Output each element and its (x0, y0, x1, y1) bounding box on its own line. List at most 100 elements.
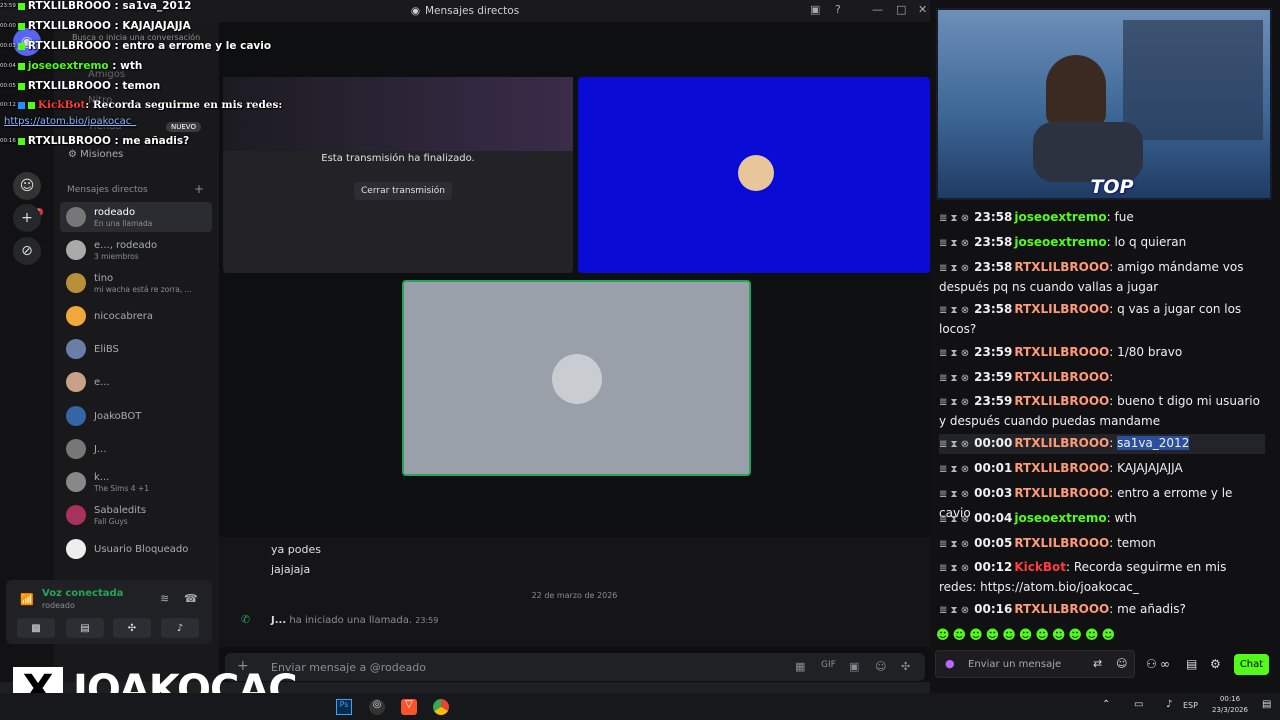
new-dm-icon[interactable]: + (194, 182, 204, 196)
minimize-button[interactable]: — (872, 3, 883, 16)
settings-icon[interactable]: ⚙ (1210, 657, 1221, 671)
chat-user[interactable]: RTXLILBROOO (1014, 461, 1109, 475)
gift-icon[interactable]: ▦ (795, 660, 805, 673)
photoshop-icon[interactable]: Ps (336, 699, 352, 715)
chat-message: temon (122, 80, 161, 92)
dm-item[interactable]: EliBS (60, 334, 212, 364)
help-icon[interactable]: ? (835, 3, 841, 16)
chat-user[interactable]: RTXLILBROOO (1014, 370, 1109, 384)
dm-section-title: Mensajes directos (67, 185, 148, 195)
timestamp: 00:03 (0, 43, 16, 49)
chat-user[interactable]: RTXLILBROOO (1014, 486, 1109, 500)
network-icon[interactable]: ▭ (1134, 699, 1143, 710)
dm-name: EliBS (94, 343, 119, 355)
dm-item[interactable]: nicocabrera (60, 301, 212, 331)
dm-item[interactable]: e..., rodeado 3 miembros (60, 235, 212, 265)
avatar (66, 207, 86, 227)
dm-item[interactable]: Sabaledits Fall Guys (60, 500, 212, 530)
volume-icon[interactable]: ♪ (1166, 699, 1172, 710)
screen-share-button[interactable]: ▤ (66, 618, 104, 638)
emote-bar[interactable]: ☻☻☻☻☻☻☻☻☻☻☻ (936, 628, 1121, 646)
emoji-icon[interactable]: ☺ (1116, 657, 1127, 670)
server-icon[interactable]: ☺ (13, 172, 41, 200)
clock-date[interactable]: 23/3/2026 (1206, 706, 1254, 714)
dm-item[interactable]: tino mi wacha está re zorra, ... (60, 268, 212, 298)
chat-send-button[interactable]: Chat (1234, 654, 1269, 675)
dm-item[interactable]: Usuario Bloqueado (60, 534, 212, 564)
gif-icon[interactable]: GIF (821, 660, 836, 670)
brave-icon[interactable]: ▽ (401, 699, 417, 715)
chat-user[interactable]: KickBot (1014, 560, 1066, 574)
chat-user[interactable]: joseoextremo (1014, 235, 1106, 249)
chrome-icon[interactable] (433, 699, 449, 715)
avatar (66, 472, 86, 492)
link-icon[interactable]: ∞ (1160, 657, 1170, 671)
mic-icon[interactable]: ● (945, 657, 955, 670)
overlay-chat-line: 00:16 RTXLILBROOO : me añadis? (0, 135, 190, 147)
language-indicator[interactable]: ESP (1183, 701, 1198, 710)
add-server-icon[interactable]: + (13, 204, 41, 232)
bot-icon (17, 101, 25, 109)
separator: : (1106, 210, 1115, 224)
notifications-icon[interactable]: ▤ (1262, 699, 1271, 710)
call-text: ha iniciado una llamada. (289, 615, 413, 626)
avatar (552, 354, 602, 404)
chat-user[interactable]: RTXLILBROOO (1014, 302, 1109, 316)
soundboard-button[interactable]: ♪ (161, 618, 199, 638)
chat-user[interactable]: joseoextremo (1014, 210, 1106, 224)
translate-icon[interactable]: ⇄ (1093, 657, 1102, 670)
timestamp: 23:59 (974, 345, 1013, 359)
maximize-button[interactable]: □ (896, 3, 906, 16)
obs-icon[interactable]: ◎ (369, 699, 385, 715)
discover-icon[interactable]: ⊘ (13, 237, 41, 265)
apps-icon[interactable]: ✣ (901, 660, 910, 673)
chat-line: ≣ ⧗ ⊗ 23:59 RTXLILBROOO: bueno t digo mi u… (939, 392, 1265, 430)
close-button[interactable]: ✕ (918, 3, 927, 16)
chat-user[interactable]: joseoextremo (1014, 511, 1106, 525)
nav-quests[interactable]: ⚙ Misiones (68, 149, 123, 160)
chat-user[interactable]: RTXLILBROOO (1014, 436, 1109, 450)
avatar (738, 155, 774, 191)
chat-message: wth (1114, 511, 1137, 525)
dm-item[interactable]: rodeado En una llamada (60, 202, 212, 232)
dm-sub: 3 miembros (94, 251, 139, 261)
dm-item[interactable]: JoakoBOT (60, 401, 212, 431)
tray-expand-icon[interactable]: ⌃ (1102, 699, 1110, 710)
emoji-icon[interactable]: ☺ (875, 660, 886, 673)
dm-name: tino (94, 272, 114, 284)
chat-line: ≣ ⧗ ⊗ 00:16 RTXLILBROOO: me añadis? (939, 600, 1265, 620)
date-divider: 22 de marzo de 2026 (531, 591, 618, 600)
chat-input[interactable]: Enviar un mensaje (968, 659, 1061, 670)
dm-item[interactable]: e... (60, 367, 212, 397)
separator: : (1065, 560, 1074, 574)
separator: : (1109, 536, 1118, 550)
dm-item[interactable]: J... (60, 434, 212, 464)
chat-line: ≣ ⧗ ⊗ 00:04 joseoextremo: wth (939, 509, 1265, 529)
dm-name: e..., rodeado (94, 239, 158, 251)
timestamp: 23:59 (0, 3, 16, 9)
separator: : (1109, 602, 1118, 616)
sticker-icon[interactable]: ▣ (849, 660, 859, 673)
chat-user[interactable]: RTXLILBROOO (1014, 260, 1109, 274)
timestamp: 23:59 (974, 394, 1013, 408)
phone-icon: ✆ (241, 613, 251, 626)
chat-user[interactable]: RTXLILBROOO (1014, 394, 1109, 408)
chat-user[interactable]: RTXLILBROOO (1014, 345, 1109, 359)
dm-sub: En una llamada (94, 218, 153, 228)
noise-icon[interactable]: ≋ (160, 592, 169, 605)
store-icon[interactable]: ▤ (1186, 657, 1197, 671)
chat-user[interactable]: RTXLILBROOO (1014, 602, 1109, 616)
disconnect-icon[interactable]: ☎ (184, 592, 198, 605)
chat-user[interactable]: RTXLILBROOO (1014, 536, 1109, 550)
streamer (1046, 55, 1106, 125)
avatar (66, 406, 86, 426)
camera-button[interactable]: ▩ (17, 618, 55, 638)
clock-time[interactable]: 00:16 (1206, 695, 1254, 703)
dm-item[interactable]: k... The Sims 4 +1 (60, 467, 212, 497)
chat-link[interactable]: https://atom.bio/joakocac_ (4, 116, 136, 127)
separator: : (1109, 302, 1118, 316)
inbox-icon[interactable]: ▣ (810, 3, 820, 16)
close-stream-button[interactable]: Cerrar transmisión (354, 182, 452, 200)
activities-button[interactable]: ✣ (113, 618, 151, 638)
users-icon[interactable]: ⚇ (1146, 657, 1157, 671)
